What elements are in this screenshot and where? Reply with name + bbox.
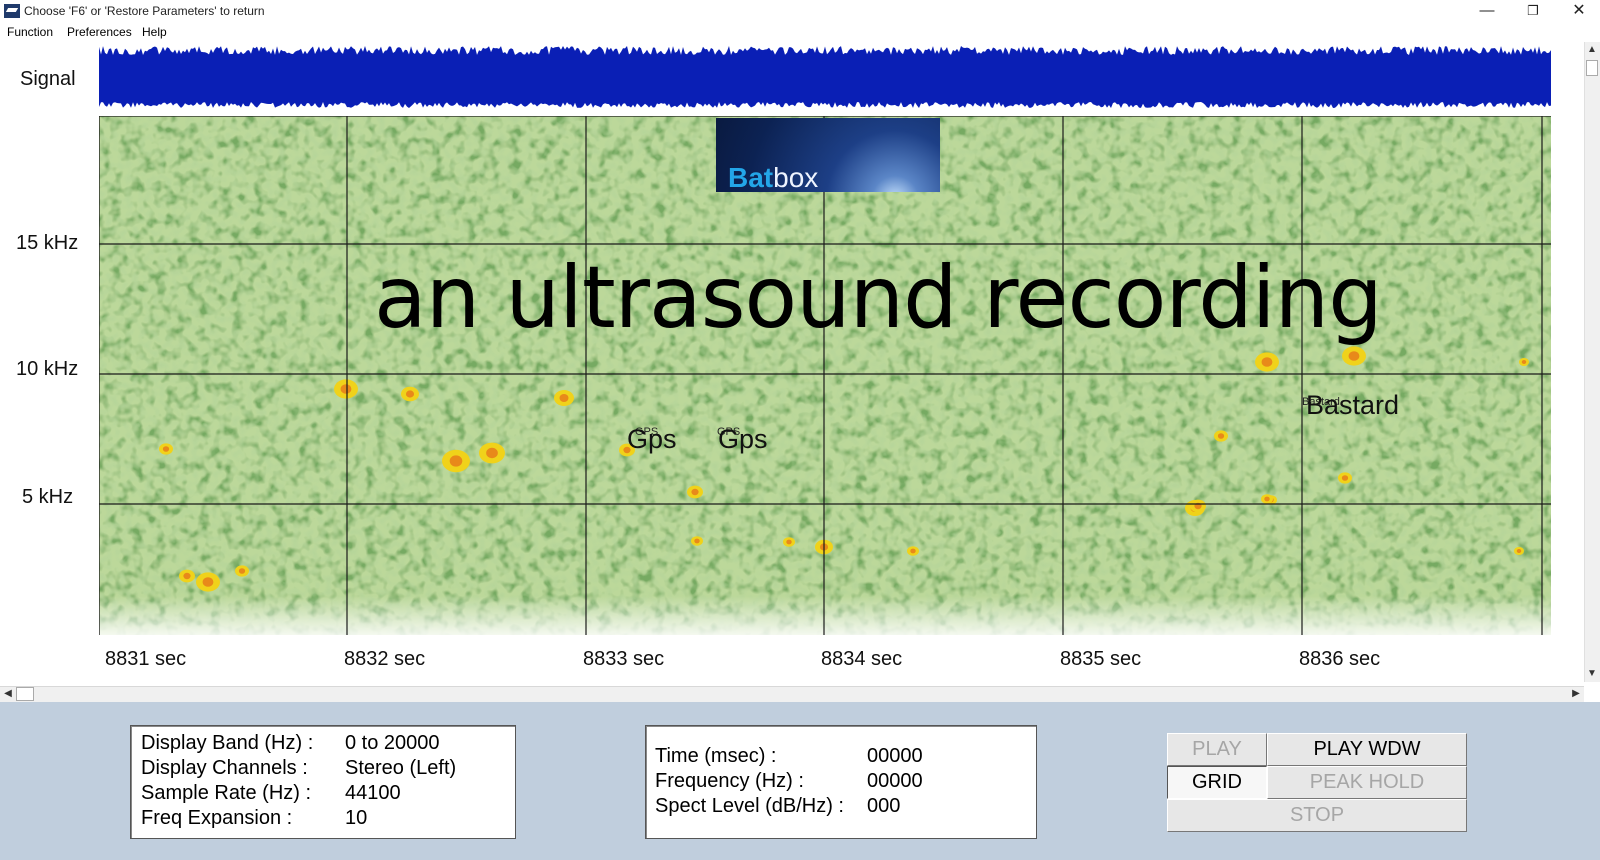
window-title: Choose 'F6' or 'Restore Parameters' to r… — [24, 4, 265, 18]
annotation-gps-2: Gps — [718, 424, 768, 454]
title-bar: Choose 'F6' or 'Restore Parameters' to r… — [0, 0, 1600, 22]
scroll-right-arrow-icon[interactable]: ▶ — [1568, 686, 1584, 702]
frequency-readout-label: Frequency (Hz) : — [655, 770, 804, 792]
menu-preferences[interactable]: Preferences — [67, 25, 132, 39]
spect-level-readout-label: Spect Level (dB/Hz) : — [655, 795, 844, 817]
time-label: 8835 sec — [1060, 648, 1142, 670]
logo-text-rest: box — [773, 162, 819, 192]
restore-button[interactable]: ❐ — [1510, 0, 1556, 22]
horizontal-scroll-thumb[interactable] — [16, 687, 34, 701]
menu-bar: Function Preferences Help — [0, 22, 1600, 42]
spectrogram[interactable] — [99, 116, 1551, 635]
minimize-button[interactable]: — — [1464, 0, 1510, 22]
display-band-label: Display Band (Hz) : — [141, 732, 314, 754]
stop-button[interactable]: STOP — [1167, 799, 1467, 832]
time-label: 8832 sec — [344, 648, 426, 670]
time-readout-label: Time (msec) : — [655, 745, 777, 767]
freq-label-15khz: 15 kHz — [16, 232, 79, 254]
scroll-down-arrow-icon[interactable]: ▼ — [1584, 666, 1600, 682]
annotation-gps-1: Gps — [627, 424, 677, 454]
annotation-bastard: Bastard — [1306, 390, 1400, 420]
freq-expansion-value: 10 — [345, 807, 368, 829]
app-icon — [4, 4, 20, 18]
time-label: 8833 sec — [583, 648, 665, 670]
display-channels-label: Display Channels : — [141, 757, 308, 779]
batbox-logo: Batbox — [716, 118, 940, 192]
display-band-value: 0 to 20000 — [345, 732, 440, 754]
signal-waveform[interactable] — [99, 44, 1551, 116]
spect-level-readout-value: 000 — [867, 795, 901, 817]
close-button[interactable]: ✕ — [1556, 0, 1600, 22]
time-readout-value: 00000 — [867, 745, 923, 767]
vertical-scroll-thumb[interactable] — [1586, 60, 1598, 76]
freq-label-5khz: 5 kHz — [22, 486, 74, 508]
time-label: 8834 sec — [821, 648, 903, 670]
frequency-readout-value: 00000 — [867, 770, 923, 792]
play-button[interactable]: PLAY — [1167, 733, 1267, 766]
peak-hold-button[interactable]: PEAK HOLD — [1267, 766, 1467, 799]
signal-label: Signal — [20, 68, 76, 90]
menu-function[interactable]: Function — [7, 25, 53, 39]
freq-label-10khz: 10 kHz — [16, 358, 79, 380]
overlay-title: an ultrasound recording — [374, 248, 1383, 348]
sample-rate-label: Sample Rate (Hz) : — [141, 782, 312, 804]
time-label: 8836 sec — [1299, 648, 1381, 670]
display-channels-value: Stereo (Left) — [345, 757, 457, 779]
scroll-left-arrow-icon[interactable]: ◀ — [0, 686, 16, 702]
logo-text-bold: Bat — [728, 162, 774, 192]
vertical-scrollbar[interactable] — [1584, 42, 1600, 682]
sample-rate-value: 44100 — [345, 782, 401, 804]
grid-toggle-button[interactable]: GRID — [1167, 766, 1267, 799]
freq-expansion-label: Freq Expansion : — [141, 807, 293, 829]
scroll-up-arrow-icon[interactable]: ▲ — [1584, 42, 1600, 58]
play-window-button[interactable]: PLAY WDW — [1267, 733, 1467, 766]
horizontal-scrollbar[interactable] — [0, 686, 1584, 702]
time-label: 8831 sec — [105, 648, 187, 670]
menu-help[interactable]: Help — [142, 25, 167, 39]
